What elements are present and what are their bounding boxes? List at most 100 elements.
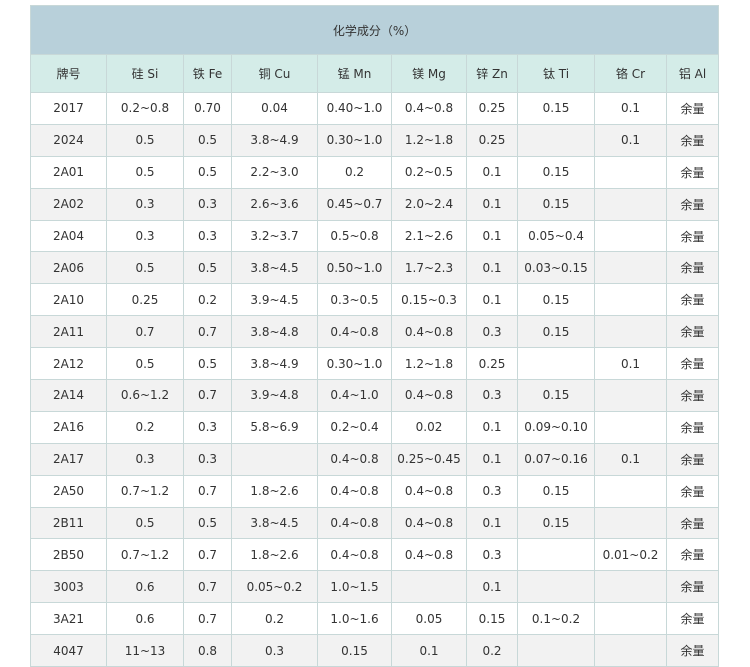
cell-grade: 2A10 bbox=[30, 283, 107, 317]
cell-grade: 2A17 bbox=[30, 442, 107, 476]
cell-mg: 2.0~2.4 bbox=[391, 187, 467, 221]
cell-cr bbox=[594, 570, 667, 604]
table-row: 3A21 0.6 0.7 0.2 1.0~1.6 0.05 0.15 0.1~0.2 余量 bbox=[30, 602, 720, 636]
table-title: 化学成分（%） bbox=[29, 5, 720, 55]
cell-grade: 2A11 bbox=[30, 315, 107, 349]
cell-fe: 0.7 bbox=[183, 379, 232, 412]
cell-al: 余量 bbox=[665, 379, 720, 412]
cell-cr bbox=[594, 634, 667, 667]
cell-mg bbox=[391, 570, 467, 604]
cell-fe: 0.7 bbox=[183, 474, 232, 508]
cell-grade: 2A50 bbox=[30, 474, 107, 508]
cell-fe: 0.5 bbox=[183, 123, 232, 157]
table-row: 2A16 0.2 0.3 5.8~6.9 0.2~0.4 0.02 0.1 0.09~0.10… bbox=[30, 410, 720, 444]
cell-mg: 0.4~0.8 bbox=[391, 92, 467, 125]
cell-grade: 3003 bbox=[30, 570, 107, 604]
cell-cu: 3.8~4.5 bbox=[231, 506, 318, 540]
cell-si: 0.3 bbox=[106, 442, 184, 476]
header-mn: 锰 Mn bbox=[317, 54, 392, 93]
cell-al: 余量 bbox=[665, 92, 720, 125]
table-row: 2B11 0.5 0.5 3.8~4.5 0.4~0.8 0.4~0.8 0.1 0.15 余量 bbox=[30, 506, 720, 540]
cell-cr: 0.1 bbox=[594, 442, 667, 476]
cell-mn: 0.4~0.8 bbox=[317, 442, 392, 476]
header-cu: 铜 Cu bbox=[231, 54, 318, 93]
cell-cr bbox=[594, 602, 667, 636]
cell-mn: 0.40~1.0 bbox=[317, 92, 392, 125]
table-row: 2A01 0.5 0.5 2.2~3.0 0.2 0.2~0.5 0.1 0.15 余量 bbox=[30, 155, 720, 189]
cell-mn: 0.4~0.8 bbox=[317, 474, 392, 508]
cell-al: 余量 bbox=[665, 251, 720, 285]
title-row: 化学成分（%） bbox=[29, 5, 720, 55]
cell-mn: 0.5~0.8 bbox=[317, 219, 392, 253]
cell-mn: 1.0~1.6 bbox=[317, 602, 392, 636]
cell-grade: 2A14 bbox=[30, 379, 107, 412]
cell-grade: 3A21 bbox=[30, 602, 107, 636]
header-fe: 铁 Fe bbox=[183, 54, 232, 93]
cell-mn: 0.30~1.0 bbox=[317, 123, 392, 157]
cell-grade: 2B11 bbox=[30, 506, 107, 540]
cell-ti: 0.1~0.2 bbox=[517, 602, 595, 636]
table-row: 2017 0.2~0.8 0.70 0.04 0.40~1.0 0.4~0.8 0.25 0.… bbox=[30, 92, 720, 125]
cell-si: 0.6~1.2 bbox=[106, 379, 184, 412]
header-si: 硅 Si bbox=[106, 54, 184, 93]
cell-fe: 0.3 bbox=[183, 219, 232, 253]
cell-mg: 0.2~0.5 bbox=[391, 155, 467, 189]
cell-si: 0.7~1.2 bbox=[106, 474, 184, 508]
cell-mg: 1.7~2.3 bbox=[391, 251, 467, 285]
cell-mn: 0.4~0.8 bbox=[317, 315, 392, 349]
cell-al: 余量 bbox=[665, 634, 720, 667]
cell-fe: 0.3 bbox=[183, 442, 232, 476]
cell-ti bbox=[517, 570, 595, 604]
cell-zn: 0.1 bbox=[466, 187, 518, 221]
cell-fe: 0.5 bbox=[183, 155, 232, 189]
cell-grade: 2A16 bbox=[30, 410, 107, 444]
cell-zn: 0.1 bbox=[466, 219, 518, 253]
cell-mg: 0.25~0.45 bbox=[391, 442, 467, 476]
cell-si: 0.2 bbox=[106, 410, 184, 444]
cell-cu: 3.8~4.8 bbox=[231, 315, 318, 349]
cell-grade: 2A02 bbox=[30, 187, 107, 221]
cell-ti bbox=[517, 123, 595, 157]
cell-ti bbox=[517, 538, 595, 572]
cell-cu: 3.9~4.5 bbox=[231, 283, 318, 317]
cell-mn: 0.30~1.0 bbox=[317, 347, 392, 381]
cell-fe: 0.3 bbox=[183, 187, 232, 221]
cell-cu: 2.2~3.0 bbox=[231, 155, 318, 189]
cell-al: 余量 bbox=[665, 123, 720, 157]
cell-cu: 3.8~4.9 bbox=[231, 347, 318, 381]
cell-cr bbox=[594, 410, 667, 444]
cell-mg: 0.4~0.8 bbox=[391, 474, 467, 508]
table-row: 2A10 0.25 0.2 3.9~4.5 0.3~0.5 0.15~0.3 0.1 0.15… bbox=[30, 283, 720, 317]
cell-ti: 0.15 bbox=[517, 155, 595, 189]
table-row: 2024 0.5 0.5 3.8~4.9 0.30~1.0 1.2~1.8 0.25 0.1 余… bbox=[30, 123, 720, 157]
cell-ti: 0.15 bbox=[517, 506, 595, 540]
cell-al: 余量 bbox=[665, 187, 720, 221]
cell-al: 余量 bbox=[665, 506, 720, 540]
cell-grade: 2A12 bbox=[30, 347, 107, 381]
cell-si: 0.7~1.2 bbox=[106, 538, 184, 572]
cell-si: 0.5 bbox=[106, 347, 184, 381]
cell-zn: 0.1 bbox=[466, 506, 518, 540]
header-zn: 锌 Zn bbox=[466, 54, 518, 93]
cell-cr bbox=[594, 219, 667, 253]
cell-mn: 0.2 bbox=[317, 155, 392, 189]
cell-ti: 0.03~0.15 bbox=[517, 251, 595, 285]
cell-si: 0.6 bbox=[106, 570, 184, 604]
table-row: 2A50 0.7~1.2 0.7 1.8~2.6 0.4~0.8 0.4~0.8 0.3 0.… bbox=[30, 474, 720, 508]
cell-zn: 0.3 bbox=[466, 315, 518, 349]
cell-ti: 0.15 bbox=[517, 379, 595, 412]
cell-si: 0.25 bbox=[106, 283, 184, 317]
cell-cu: 3.2~3.7 bbox=[231, 219, 318, 253]
table-row: 2A17 0.3 0.3 0.4~0.8 0.25~0.45 0.1 0.07~0.16 0.… bbox=[30, 442, 720, 476]
cell-grade: 2017 bbox=[30, 92, 107, 125]
cell-fe: 0.2 bbox=[183, 283, 232, 317]
cell-ti: 0.09~0.10 bbox=[517, 410, 595, 444]
cell-zn: 0.1 bbox=[466, 442, 518, 476]
cell-zn: 0.1 bbox=[466, 570, 518, 604]
cell-si: 0.5 bbox=[106, 123, 184, 157]
cell-zn: 0.3 bbox=[466, 538, 518, 572]
cell-zn: 0.3 bbox=[466, 474, 518, 508]
cell-cr bbox=[594, 315, 667, 349]
cell-ti: 0.15 bbox=[517, 92, 595, 125]
cell-cr: 0.1 bbox=[594, 347, 667, 381]
